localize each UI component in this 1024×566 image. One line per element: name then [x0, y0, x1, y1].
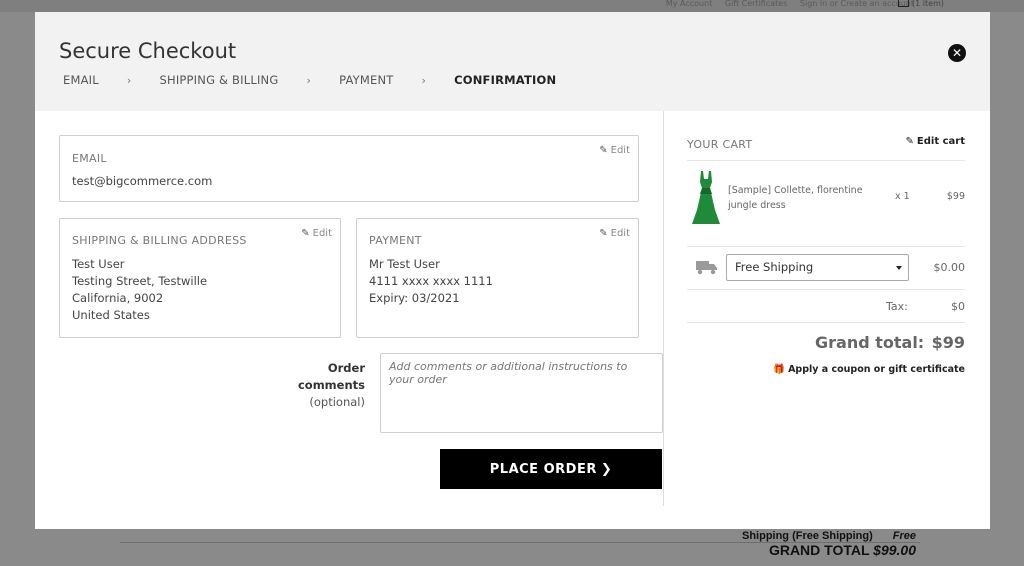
- payment-line: 4111 xxxx xxxx 1111: [369, 274, 493, 288]
- step-confirmation[interactable]: CONFIRMATION: [454, 73, 556, 87]
- edit-address-button[interactable]: ✎ Edit: [301, 228, 332, 239]
- background-shipping: Shipping (Free Shipping) Free: [742, 530, 916, 542]
- pencil-icon: ✎: [599, 228, 608, 239]
- divider: [687, 160, 965, 161]
- gift-certificates-link: Gift Certificates: [724, 0, 788, 8]
- sign-in-link: Sign in or Create an account: [799, 0, 914, 8]
- tax-value: $0: [951, 300, 965, 313]
- edit-address-label: Edit: [312, 228, 332, 239]
- divider: [687, 322, 965, 323]
- pencil-icon: ✎: [905, 136, 914, 147]
- background-shipping-label: Shipping (Free Shipping): [741, 530, 873, 542]
- payment-line: Expiry: 03/2021: [369, 291, 460, 305]
- background-account-links: My Account Gift Certificates Sign in or …: [656, 0, 914, 8]
- email-label: EMAIL: [72, 152, 107, 165]
- place-order-button[interactable]: PLACE ORDER ❯: [440, 449, 662, 489]
- address-box: SHIPPING & BILLING ADDRESS Test User Tes…: [59, 218, 341, 338]
- background-grand-total-value: $99.00: [873, 542, 916, 558]
- edit-cart-label: Edit cart: [916, 136, 965, 147]
- edit-payment-label: Edit: [610, 228, 630, 239]
- dress-product-image: [692, 171, 720, 224]
- chevron-down-icon: [896, 266, 902, 270]
- apply-coupon-link[interactable]: 🎁 Apply a coupon or gift certificate: [773, 364, 965, 375]
- chevron-right-icon: ❯: [600, 461, 613, 477]
- divider: [687, 246, 965, 247]
- cart-icon: [898, 0, 910, 7]
- order-comments-title: Order comments: [297, 361, 365, 392]
- address-label: SHIPPING & BILLING ADDRESS: [72, 234, 247, 247]
- order-comments-optional: (optional): [309, 395, 365, 409]
- email-value: test@bigcommerce.com: [72, 174, 213, 188]
- payment-box: PAYMENT Mr Test User 4111 xxxx xxxx 1111…: [356, 218, 639, 338]
- pencil-icon: ✎: [301, 228, 310, 239]
- page-title: Secure Checkout: [59, 39, 237, 63]
- chevron-right-icon: ›: [421, 73, 427, 87]
- step-email[interactable]: EMAIL: [63, 73, 99, 87]
- email-box: EMAIL test@bigcommerce.com ✎ Edit: [59, 135, 639, 202]
- chevron-right-icon: ›: [306, 73, 312, 87]
- edit-payment-button[interactable]: ✎ Edit: [599, 228, 630, 239]
- close-icon[interactable]: ✕: [948, 44, 966, 62]
- background-grand-total-label: GRAND TOTAL: [768, 542, 870, 558]
- shipping-method-select[interactable]: Free Shipping: [726, 254, 909, 281]
- modal-header: Secure Checkout ✕ EMAIL › SHIPPING & BIL…: [35, 12, 990, 111]
- cart-item-qty: x 1: [895, 191, 910, 202]
- pencil-icon: ✎: [599, 145, 608, 156]
- gift-icon: 🎁: [773, 364, 786, 375]
- order-comments-label: Order comments (optional): [267, 360, 365, 411]
- place-order-label: PLACE ORDER: [489, 461, 597, 477]
- grand-total-label: Grand total:: [815, 333, 925, 352]
- background-shipping-value: Free: [892, 530, 916, 542]
- truck-icon: [696, 261, 717, 275]
- address-line: Testing Street, Testwille: [72, 274, 208, 288]
- step-payment[interactable]: PAYMENT: [339, 73, 393, 87]
- edit-cart-button[interactable]: ✎ Edit cart: [906, 136, 965, 147]
- background-cart: (1 item): [898, 0, 944, 8]
- cart-title: YOUR CART: [687, 138, 753, 151]
- address-lines: Test User Testing Street, Testwille Cali…: [72, 256, 207, 324]
- shipping-price: $0.00: [933, 261, 966, 274]
- step-shipping-billing[interactable]: SHIPPING & BILLING: [159, 73, 278, 87]
- background-cart-count: (1 item): [912, 0, 944, 8]
- shipping-method-value: Free Shipping: [735, 260, 814, 274]
- divider: [687, 289, 965, 290]
- cart-item-price: $99: [946, 191, 965, 202]
- payment-lines: Mr Test User 4111 xxxx xxxx 1111 Expiry:…: [369, 256, 493, 307]
- grand-total-value: $99: [931, 333, 965, 352]
- background-grand-total: GRAND TOTAL $99.00: [769, 542, 916, 558]
- edit-email-button[interactable]: ✎ Edit: [599, 145, 630, 156]
- order-comments-input[interactable]: [380, 353, 663, 433]
- my-account-link: My Account: [665, 0, 713, 8]
- checkout-modal: Secure Checkout ✕ EMAIL › SHIPPING & BIL…: [35, 12, 990, 529]
- address-line: Test User: [72, 257, 125, 271]
- address-line: California, 9002: [72, 291, 164, 305]
- apply-coupon-label: Apply a coupon or gift certificate: [788, 364, 965, 375]
- edit-email-label: Edit: [610, 145, 630, 156]
- payment-label: PAYMENT: [369, 234, 422, 247]
- checkout-steps: EMAIL › SHIPPING & BILLING › PAYMENT › C…: [63, 73, 556, 87]
- column-divider: [663, 111, 664, 506]
- chevron-right-icon: ›: [126, 73, 132, 87]
- payment-line: Mr Test User: [369, 257, 440, 271]
- address-line: United States: [72, 308, 150, 322]
- tax-label: Tax:: [886, 300, 908, 313]
- cart-item-name: [Sample] Collette, florentine jungle dre…: [728, 185, 863, 211]
